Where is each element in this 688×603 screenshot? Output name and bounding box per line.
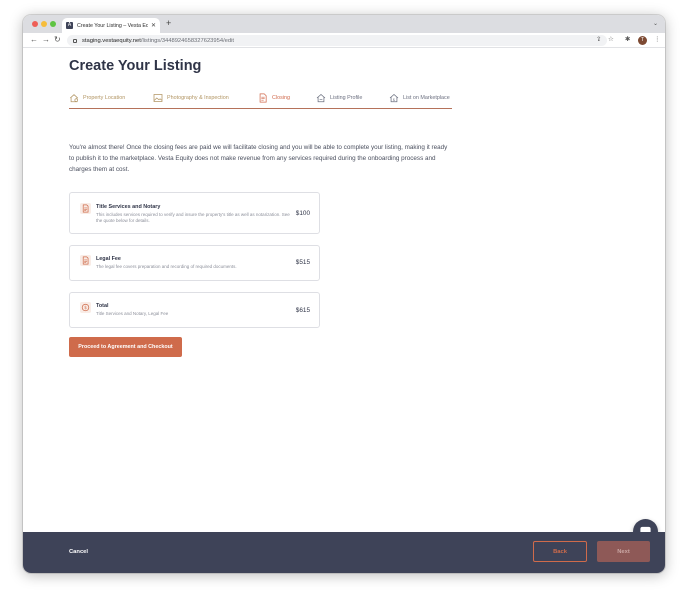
fee-description: This includes services required to verif… <box>96 212 290 223</box>
chevron-down-icon[interactable]: ⌄ <box>653 20 658 27</box>
browser-tab[interactable]: A Create Your Listing – Vesta Eq ✕ <box>62 18 160 33</box>
maximize-window-icon[interactable] <box>50 21 56 27</box>
bookmark-star-icon[interactable]: ☆ <box>608 36 614 44</box>
forward-arrow-icon[interactable]: → <box>42 35 50 45</box>
fee-card-title-services: Title Services and Notary This includes … <box>69 192 320 234</box>
photo-icon <box>153 94 163 102</box>
fee-price: $515 <box>295 259 310 266</box>
house-icon <box>316 94 326 103</box>
proceed-to-checkout-button[interactable]: Proceed to Agreement and Checkout <box>69 337 182 357</box>
url-path: /listings/344892465832762395​4/edit <box>140 37 235 44</box>
stepper-progress-line <box>69 108 452 109</box>
document-icon <box>80 203 91 214</box>
fee-description: The legal fee covers preparation and rec… <box>96 264 237 269</box>
lock-icon <box>73 38 77 43</box>
browser-toolbar: ← → ↻ staging.vestaequity.net /listings/… <box>23 33 665 48</box>
document-icon <box>80 255 91 266</box>
share-icon[interactable]: ⇪ <box>596 36 601 44</box>
favicon-icon: A <box>66 22 73 29</box>
address-bar[interactable]: staging.vestaequity.net /listings/344892… <box>67 35 607 46</box>
page-title: Create Your Listing <box>69 58 202 74</box>
house-dollar-icon: $ <box>389 94 399 103</box>
back-arrow-icon[interactable]: ← <box>30 35 38 45</box>
tab-title: Create Your Listing – Vesta Eq <box>77 22 148 29</box>
svg-text:$: $ <box>84 305 87 311</box>
profile-avatar[interactable]: T <box>638 36 647 45</box>
cancel-link[interactable]: Cancel <box>69 549 88 555</box>
close-window-icon[interactable] <box>32 21 38 27</box>
extensions-icon[interactable]: ✱ <box>625 36 630 44</box>
step-list-on-marketplace[interactable]: $ List on Marketplace <box>389 93 450 103</box>
fee-price: $100 <box>295 210 310 217</box>
back-button[interactable]: Back <box>533 541 587 562</box>
step-closing[interactable]: Closing <box>258 93 290 103</box>
step-label: Listing Profile <box>330 95 363 101</box>
step-listing-profile[interactable]: Listing Profile <box>316 93 362 103</box>
close-tab-icon[interactable]: ✕ <box>151 22 156 29</box>
step-label: Property Location <box>83 95 126 101</box>
step-property-location[interactable]: Property Location <box>69 93 125 103</box>
step-label: Photography & Inspection <box>167 95 229 101</box>
svg-text:$: $ <box>393 98 396 102</box>
fee-description: Title Services and Notary, Legal Fee <box>96 311 169 316</box>
new-tab-icon[interactable]: + <box>166 19 171 28</box>
document-icon <box>259 93 267 103</box>
next-button[interactable]: Next <box>597 541 650 562</box>
page-content: Create Your Listing Property Location Ph… <box>23 48 665 544</box>
fee-card-total: $ Total Title Services and Notary, Legal… <box>69 292 320 328</box>
house-pin-icon <box>70 94 79 103</box>
step-label: Closing <box>272 95 290 101</box>
tab-strip: A Create Your Listing – Vesta Eq ✕ + ⌄ <box>23 15 665 33</box>
step-label: List on Marketplace <box>403 95 450 101</box>
progress-stepper: Property Location Photography & Inspecti… <box>69 91 452 111</box>
fee-title: Legal Fee <box>96 256 121 262</box>
browser-window: A Create Your Listing – Vesta Eq ✕ + ⌄ ←… <box>23 15 665 573</box>
footer-bar: Cancel Back Next <box>23 532 665 573</box>
fee-card-legal-fee: Legal Fee The legal fee covers preparati… <box>69 245 320 281</box>
intro-text: You're almost there! Once the closing fe… <box>69 144 448 173</box>
minimize-window-icon[interactable] <box>41 21 47 27</box>
reload-icon[interactable]: ↻ <box>54 35 61 45</box>
more-menu-icon[interactable]: ⋮ <box>654 36 661 44</box>
dollar-circle-icon: $ <box>80 302 91 313</box>
fee-title: Total <box>96 303 109 309</box>
fee-title: Title Services and Notary <box>96 204 161 210</box>
url-host: staging.vestaequity.net <box>82 37 141 44</box>
step-photography-inspection[interactable]: Photography & Inspection <box>153 93 229 103</box>
fee-price: $615 <box>295 307 310 314</box>
